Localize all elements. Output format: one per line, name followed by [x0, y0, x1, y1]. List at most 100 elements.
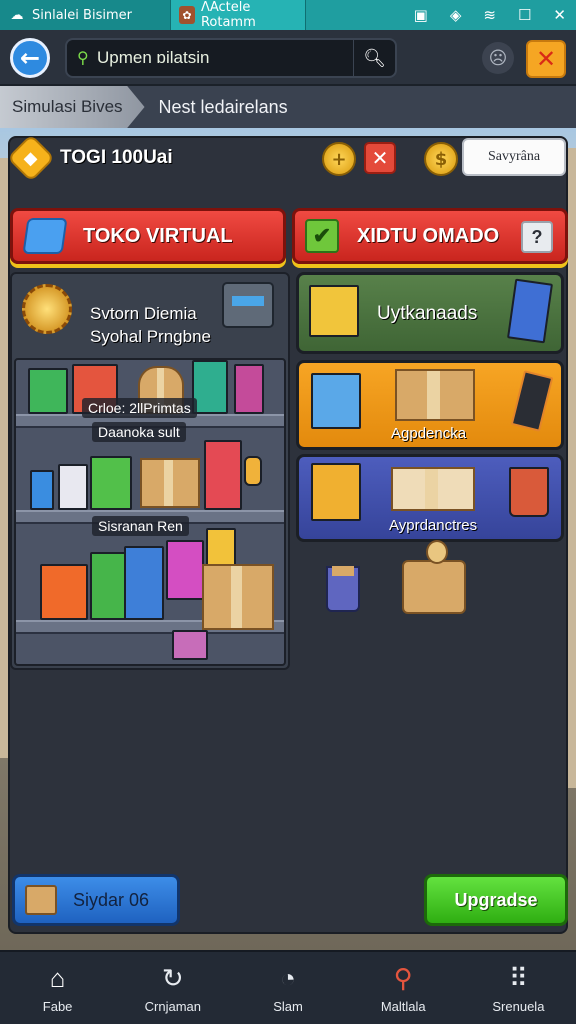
- product-box: [90, 456, 132, 510]
- close-icon[interactable]: ✕: [553, 6, 566, 24]
- store-info-line1: Svtorn Diemia: [90, 304, 197, 323]
- plus-coin-icon: +: [331, 148, 347, 170]
- package-icon: [391, 467, 475, 511]
- cubes-icon: [22, 218, 68, 254]
- category-card-electronics[interactable]: Uytkanaads: [296, 272, 564, 354]
- product-pack-icon: [507, 278, 553, 344]
- store-info-line2: Syohal Prngbne: [90, 327, 211, 346]
- system-controls: ▣ ◈ ≋ ☐ ✕: [414, 0, 566, 30]
- x-icon: ✕: [371, 146, 389, 170]
- product-box-icon: [309, 285, 359, 337]
- maximize-icon[interactable]: ☐: [518, 6, 531, 24]
- home-icon: ⌂: [49, 963, 66, 993]
- bread-box-icon[interactable]: [402, 540, 466, 614]
- phone-icon: [510, 370, 554, 432]
- coin-icon: $: [424, 142, 458, 176]
- app-icon: ✿: [179, 6, 195, 24]
- grid-icon: ⠿: [508, 963, 528, 993]
- location-icon: ◈: [449, 6, 462, 24]
- tab-active[interactable]: ✿ ɅActele Rotamm: [170, 0, 306, 30]
- search-bar: ⚲ 🔍︎: [65, 38, 397, 78]
- bottle: [30, 470, 54, 510]
- nav-item-chat[interactable]: ⚲ Maltlala: [346, 952, 461, 1024]
- help-button[interactable]: ?: [521, 221, 553, 253]
- product-box: [124, 546, 164, 620]
- currency-row: ◆ TOGI 100Uai: [6, 133, 173, 183]
- window-titlebar: ☁ Sinlalei Bisimer ✿ ɅActele Rotamm ▣ ◈ …: [0, 0, 576, 30]
- shelf-label: Sisranan Ren: [92, 516, 189, 536]
- close-x-icon: ✕: [535, 45, 557, 73]
- market-label: XIDTU OMADO: [357, 224, 500, 247]
- gauge-icon: ◔: [280, 963, 296, 993]
- box-icon: [25, 885, 57, 915]
- refresh-icon: ↻: [161, 963, 184, 993]
- back-button[interactable]: ←: [10, 38, 50, 78]
- save-button[interactable]: Savyrâna: [462, 138, 566, 176]
- arrow-left-icon: ←: [19, 44, 41, 72]
- nav-label: Crnjaman: [144, 998, 201, 1014]
- face-icon: ☹: [488, 47, 508, 69]
- nav-label: Srenuela: [492, 998, 545, 1014]
- cardboard-box-icon: [395, 369, 475, 421]
- nav-item-home[interactable]: ⌂ Fabe: [0, 952, 115, 1024]
- nav-label: Slam: [273, 998, 303, 1014]
- breadcrumb: Simulasi Bives Nest ledairelans: [0, 86, 576, 128]
- nav-item-refresh[interactable]: ↻ Crnjaman: [115, 952, 230, 1024]
- product-box: [234, 364, 264, 414]
- search-chat-icon: ⚲: [393, 963, 413, 993]
- shelf-label: Daanoka sult: [92, 422, 186, 442]
- tab-label: Sinlalei Bisimer: [32, 7, 132, 23]
- close-panel-button[interactable]: ✕: [526, 40, 566, 78]
- upgrade-button[interactable]: Upgradse: [424, 874, 568, 926]
- tab-label: ɅActele Rotamm: [200, 0, 256, 30]
- storage-chest-icon[interactable]: [222, 282, 274, 328]
- bottom-nav: ⌂ Fabe ↻ Crnjaman ◔ Slam ⚲ Maltlala ⠿ Sr…: [0, 950, 576, 1024]
- product-box: [206, 528, 236, 568]
- bucket-icon: [509, 467, 549, 517]
- category-label: Uytkanaads: [377, 303, 478, 324]
- product-box: [40, 564, 88, 620]
- search-small-icon: ⚲: [77, 48, 89, 67]
- virtual-store-label: TOKO VIRTUAL: [83, 224, 233, 247]
- nav-item-gauge[interactable]: ◔ Slam: [230, 952, 345, 1024]
- search-button[interactable]: 🔍︎: [353, 40, 395, 76]
- product-box: [28, 368, 68, 414]
- cloud-icon: ☁: [10, 7, 24, 23]
- app-header: ← ⚲ 🔍︎ ☹ ✕: [0, 30, 576, 86]
- emote-button[interactable]: ☹: [482, 42, 514, 74]
- search-input[interactable]: [97, 46, 347, 70]
- drink-cup-icon[interactable]: [326, 566, 360, 612]
- category-label: Agpdencka: [391, 425, 467, 442]
- crate: [172, 630, 208, 660]
- checkmark-icon: ✔: [305, 219, 339, 253]
- category-card-supplies[interactable]: Ayprdanctres: [296, 454, 564, 542]
- shelf-label: Crloe: 2llPrimtas: [82, 398, 197, 418]
- jar: [244, 456, 262, 486]
- product-box: [204, 440, 242, 510]
- cardboard-box: [202, 564, 274, 630]
- gem-icon: ◆: [6, 133, 56, 183]
- currency-label: TOGI 100Uai: [60, 147, 173, 168]
- product-box-icon: [311, 463, 361, 521]
- shelf-display[interactable]: Crloe: 2llPrimtas Daanoka sult Sisranan …: [14, 358, 286, 666]
- market-button[interactable]: ✔ XIDTU OMADO ?: [292, 208, 568, 264]
- breadcrumb-item-parent[interactable]: Simulasi Bives: [0, 86, 145, 128]
- stats-label: Siydar 06: [73, 889, 150, 910]
- cancel-button[interactable]: ✕: [364, 142, 396, 174]
- virtual-store-button[interactable]: TOKO VIRTUAL: [10, 208, 286, 264]
- stats-button[interactable]: Siydar 06: [12, 874, 180, 926]
- product-box: [192, 360, 228, 414]
- add-coin-button[interactable]: +: [322, 142, 356, 176]
- bottle: [58, 464, 88, 510]
- store-info: Svtorn Diemia Syohal Prngbne: [90, 302, 211, 348]
- nav-label: Maltlala: [380, 998, 426, 1014]
- tab-simulation[interactable]: ☁ Sinlalei Bisimer: [0, 0, 170, 30]
- nav-item-grid[interactable]: ⠿ Srenuela: [461, 952, 576, 1024]
- wifi-icon: ≋: [483, 6, 496, 24]
- category-card-appliances[interactable]: Agpdencka: [296, 360, 564, 450]
- category-label: Ayprdanctres: [389, 517, 478, 534]
- search-icon: 🔍︎: [363, 47, 386, 69]
- gear-coin-icon: [22, 284, 72, 334]
- cardboard-box: [140, 458, 200, 508]
- product-box: [166, 540, 204, 600]
